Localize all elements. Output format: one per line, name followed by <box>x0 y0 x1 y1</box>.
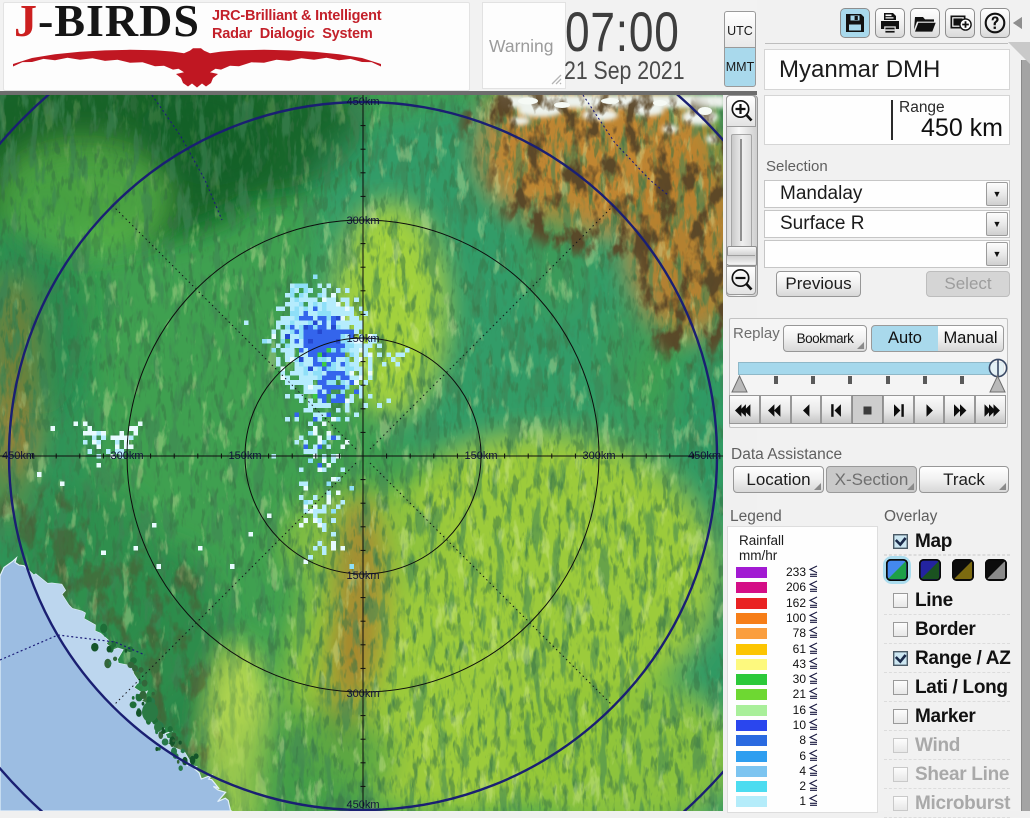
svg-text:300km: 300km <box>110 450 143 462</box>
svg-text:300km: 300km <box>346 215 379 227</box>
svg-text:450km: 450km <box>2 450 35 462</box>
svg-text:450km: 450km <box>346 799 379 811</box>
svg-text:450km: 450km <box>688 450 721 462</box>
svg-text:150km: 150km <box>228 450 261 462</box>
svg-text:150km: 150km <box>464 450 497 462</box>
svg-text:150km: 150km <box>346 570 379 582</box>
svg-text:150km: 150km <box>346 333 379 345</box>
svg-text:450km: 450km <box>346 96 379 108</box>
svg-text:300km: 300km <box>582 450 615 462</box>
svg-text:300km: 300km <box>346 688 379 700</box>
